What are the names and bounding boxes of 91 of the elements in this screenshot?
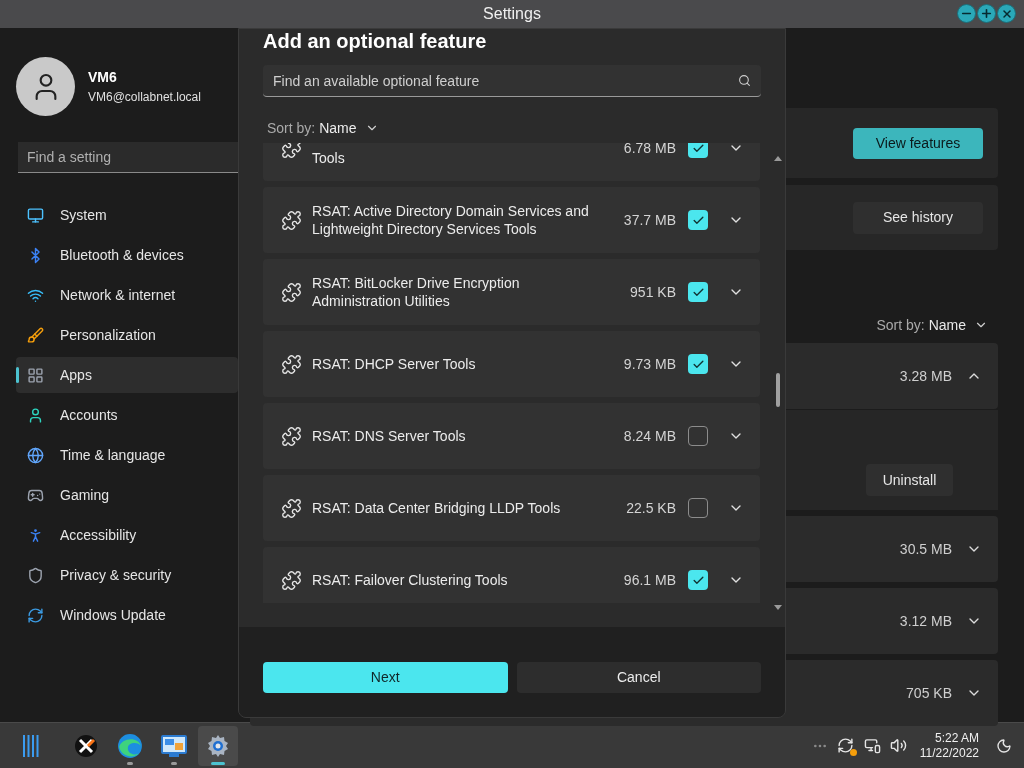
clock-time: 5:22 AM <box>934 730 979 746</box>
view-features-button[interactable]: View features <box>853 127 983 159</box>
sidebar-item[interactable]: Accounts <box>16 397 238 433</box>
sidebar-item[interactable]: Accessibility <box>16 517 238 553</box>
feature-size: 96.1 MB <box>623 570 676 590</box>
feature-search-field[interactable]: Find an available optional feature <box>263 65 761 97</box>
check-icon <box>691 143 705 155</box>
sidebar-item[interactable]: System <box>16 197 238 233</box>
puzzle-icon <box>281 353 302 375</box>
feature-size: 6.78 MB <box>623 143 676 158</box>
checkbox[interactable] <box>688 282 708 302</box>
puzzle-icon <box>281 281 302 303</box>
dialog-title: Add an optional feature <box>263 29 488 53</box>
search-field[interactable]: Find a setting <box>18 142 238 173</box>
person-icon <box>27 406 44 424</box>
sidebar-item[interactable]: Bluetooth & devices <box>16 237 238 273</box>
puzzle-icon <box>281 425 302 447</box>
running-indicator <box>171 761 177 765</box>
apps-icon <box>27 366 44 384</box>
globe-icon <box>27 446 44 464</box>
see-history-button[interactable]: See history <box>853 201 983 234</box>
feature-row[interactable]: RSAT: DHCP Server Tools 9.73 MB <box>263 331 760 397</box>
volume-icon[interactable] <box>889 737 907 754</box>
feature-row[interactable]: Tools 6.78 MB <box>263 143 760 181</box>
clock-date: 11/22/2022 <box>919 745 979 761</box>
feature-name: Tools <box>312 149 346 167</box>
puzzle-icon <box>281 209 302 231</box>
feature-name: RSAT: Active Directory Domain Services and Lightweight Directory Services Tools <box>312 202 590 238</box>
close-button[interactable] <box>997 4 1016 23</box>
feature-size: 22.5 KB <box>626 498 676 518</box>
puzzle-icon <box>281 497 302 519</box>
feature-name: RSAT: Failover Clustering Tools <box>312 571 509 589</box>
account-email: VM6@collabnet.local <box>88 89 201 106</box>
feature-name: RSAT: BitLocker Drive Encryption Administration Utilities <box>312 274 521 310</box>
puzzle-icon <box>281 569 302 591</box>
minimize-button[interactable] <box>957 4 976 23</box>
sort-dropdown[interactable]: Sort by: Name <box>267 117 357 139</box>
checkbox[interactable] <box>688 143 708 158</box>
feature-size: 30.5 MB <box>899 539 952 559</box>
sort-dropdown[interactable]: Sort by: Name <box>876 314 966 336</box>
checkbox[interactable] <box>688 210 708 230</box>
update-icon <box>27 606 44 624</box>
sidebar-item[interactable]: Network & internet <box>16 277 238 313</box>
close-icon <box>1000 7 1013 20</box>
sidebar-item[interactable]: Time & language <box>16 437 238 473</box>
network-icon[interactable] <box>863 737 881 754</box>
feature-row[interactable]: RSAT: Active Directory Domain Services and Lightweight Directory Services Tools 37.7 MB <box>263 187 760 253</box>
feature-name: RSAT: DHCP Server Tools <box>312 355 477 373</box>
maximize-icon <box>980 7 993 20</box>
feature-row[interactable]: RSAT: Failover Clustering Tools 96.1 MB <box>263 547 760 603</box>
checkbox[interactable] <box>688 498 708 518</box>
search-icon <box>738 74 751 87</box>
next-button[interactable]: Next <box>263 662 508 693</box>
running-indicator <box>211 761 225 765</box>
sidebar-item[interactable]: Apps <box>16 357 238 393</box>
sidebar-item[interactable]: Privacy & security <box>16 557 238 593</box>
account-name: VM6 <box>88 68 118 87</box>
sidebar-item[interactable]: Gaming <box>16 477 238 513</box>
feature-name: RSAT: DNS Server Tools <box>312 427 467 445</box>
feature-row[interactable]: RSAT: DNS Server Tools 8.24 MB <box>263 403 760 469</box>
gear-icon <box>206 733 230 758</box>
puzzle-icon <box>281 143 302 159</box>
feature-row[interactable]: RSAT: Data Center Bridging LLDP Tools 22.5 KB <box>263 475 760 541</box>
sidebar-item[interactable]: Windows Update <box>16 597 238 633</box>
app-icon <box>74 733 98 758</box>
feature-size: 705 KB <box>906 683 952 703</box>
feature-size: 8.24 MB <box>623 426 676 446</box>
selection-indicator <box>16 367 19 383</box>
feature-size: 951 KB <box>630 282 676 302</box>
checkbox[interactable] <box>688 570 708 590</box>
feature-size: 37.7 MB <box>623 210 676 230</box>
feature-size: 3.28 MB <box>899 366 952 386</box>
control-panel-icon <box>161 733 187 758</box>
window-title: Settings <box>483 4 541 24</box>
sidebar-item[interactable]: Personalization <box>16 317 238 353</box>
monitor-icon <box>27 206 44 224</box>
cancel-button[interactable]: Cancel <box>516 662 761 693</box>
moon-icon[interactable] <box>996 737 1012 754</box>
brush-icon <box>27 326 44 344</box>
browser-icon <box>117 732 143 759</box>
running-indicator <box>127 761 133 765</box>
feature-size: 9.73 MB <box>623 354 676 374</box>
feature-size: 3.12 MB <box>899 611 952 631</box>
shield-icon <box>27 566 44 584</box>
feature-row[interactable]: RSAT: BitLocker Drive Encryption Administration Utilities 951 KB <box>263 259 760 325</box>
uninstall-button[interactable]: Uninstall <box>866 464 953 496</box>
checkbox[interactable] <box>688 426 708 446</box>
checkbox[interactable] <box>688 354 708 374</box>
maximize-button[interactable] <box>977 4 996 23</box>
sync-icon[interactable] <box>836 736 855 755</box>
feature-name: RSAT: Data Center Bridging LLDP Tools <box>312 499 562 517</box>
